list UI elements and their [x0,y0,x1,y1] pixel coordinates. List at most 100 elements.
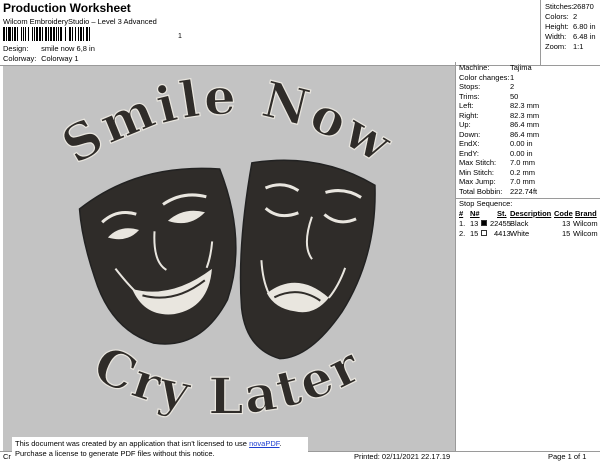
machine-value: 82.3 mm [510,101,540,110]
machine-value: 86.4 mm [510,120,540,129]
col-brand: Brand [575,209,597,218]
stop-code: 13 [562,219,571,228]
page-title: Production Worksheet [3,1,131,15]
comedy-mask-icon [78,167,237,345]
stat-value: 2 [573,12,578,21]
bottom-arch-text: Cry Later [85,334,371,425]
design-stats: Stitches:26870 Colors: 2 Height: 6.80 in W… [540,0,600,66]
col-st: St. [497,209,507,218]
stat-value: 26870 [573,2,594,11]
stop-code: 15 [562,228,571,238]
stop-n: 13 [470,219,479,228]
colorway-label: Colorway: [3,54,37,63]
stat-label: Stitches: [545,2,574,11]
stat-label: Height: [545,22,569,31]
worksheet-header: Production Worksheet Wilcom EmbroiderySt… [0,0,540,66]
machine-row: Trims: 50 [459,92,518,101]
design-value: smile now 6,8 in [41,44,95,53]
notice-line-1: This document was created by an applicat… [15,439,305,449]
machine-row: Right: 82.3 mm [459,111,539,120]
machine-row: Machine: Tajima [459,63,532,72]
stat-colors: Colors: 2 [545,12,577,21]
printed-timestamp: Printed: 02/11/2021 22.17.19 [354,452,451,461]
top-arch-text: Smile Now [52,67,404,176]
stop-num: 2. [459,228,466,238]
machine-label: Stops: [459,82,481,91]
machine-value: 0.2 mm [510,167,536,177]
top-arch-textpath: Smile Now [51,66,402,176]
stop-n: 15 [470,228,479,238]
machine-label: EndY: [459,148,480,158]
stop-description: Black [510,219,529,228]
machine-label: Up: [459,120,471,129]
machine-row: EndY: 0.00 in [459,149,533,158]
bottom-arch-textpath: Cry Later [84,333,368,426]
machine-value: 50 [510,91,519,101]
machine-value: 0.00 in [510,139,533,148]
license-notice: This document was created by an applicat… [12,437,308,461]
machine-label: Trims: [459,91,480,101]
machine-label: Right: [459,110,479,120]
barcode [3,27,181,41]
machine-info-panel: Machine: Tajima Color changes:1 Stops: 2 T… [455,62,600,452]
col-n: N# [470,209,480,218]
page-number: Page 1 of 1 [548,452,587,461]
software-subtitle: Wilcom EmbroideryStudio – Level 3 Advanc… [3,17,157,26]
machine-label: Max Jump: [459,177,496,186]
notice-text: This document was created by an applicat… [15,439,250,448]
design-preview: Smile Now Cry Later [3,66,455,452]
machine-value: 2 [510,82,515,91]
stop-brand: Wilcom [573,219,598,228]
notice-text-end: . [279,439,282,448]
machine-row: Up: 86.4 mm [459,120,539,129]
machine-row: Max Jump: 7.0 mm [459,177,535,186]
stat-value: 6.80 in [573,22,596,31]
machine-row: Color changes:1 [459,73,514,82]
stop-num: 1. [459,219,466,228]
machine-label: Left: [459,101,474,110]
machine-label: Machine: [459,63,490,72]
machine-row: EndX: 0.00 in [459,139,533,148]
stat-stitches: Stitches:26870 [545,2,594,11]
machine-value: 82.3 mm [510,110,540,120]
machine-value: 0.00 in [510,148,533,158]
machine-label: Total Bobbin: [459,186,503,196]
embroidery-artwork: Smile Now Cry Later [51,66,404,426]
tragedy-mask-icon [239,159,376,360]
machine-label: Min Stitch: [459,167,495,177]
machine-label: Color changes: [459,72,510,82]
machine-value: Tajima [510,63,532,72]
machine-label: Max Stitch: [459,158,497,167]
stat-value: 1:1 [573,42,584,51]
stat-value: 6.48 in [573,32,596,41]
machine-row: Stops: 2 [459,82,514,91]
machine-row: Down: 86.4 mm [459,130,539,139]
stop-stitches: 4413 [494,228,511,238]
col-code: Code [554,209,573,218]
machine-value: 1 [510,72,515,82]
stat-height: Height: 6.80 in [545,22,596,31]
design-label: Design: [3,44,29,53]
machine-value: 7.0 mm [510,158,536,167]
stat-label: Width: [545,32,567,41]
stop-stitches: 22455 [490,219,511,228]
machine-value: 86.4 mm [510,129,540,139]
design-row: Design: smile now 6,8 in [3,44,95,53]
stat-label: Zoom: [545,42,567,51]
machine-label: EndX: [459,139,480,148]
machine-value: 7.0 mm [510,177,536,186]
machine-row: Min Stitch: 0.2 mm [459,168,535,177]
color-swatch [481,229,487,236]
novapdf-link[interactable]: novaPDF [249,439,279,448]
col-num: # [459,209,464,218]
footer-cr: Cr [3,452,11,461]
machine-row: Total Bobbin: 222.74ft [459,187,537,196]
notice-line-2: Purchase a license to generate PDF files… [15,449,215,458]
stop-description: White [510,228,530,238]
stop-sequence-title: Stop Sequence: [459,199,513,208]
stat-zoom: Zoom: 1:1 [545,42,583,51]
colorway-value: Colorway 1 [41,54,79,63]
stat-label: Colors: [545,12,569,21]
machine-row: Max Stitch: 7.0 mm [459,158,535,167]
col-desc: Description [510,209,552,218]
